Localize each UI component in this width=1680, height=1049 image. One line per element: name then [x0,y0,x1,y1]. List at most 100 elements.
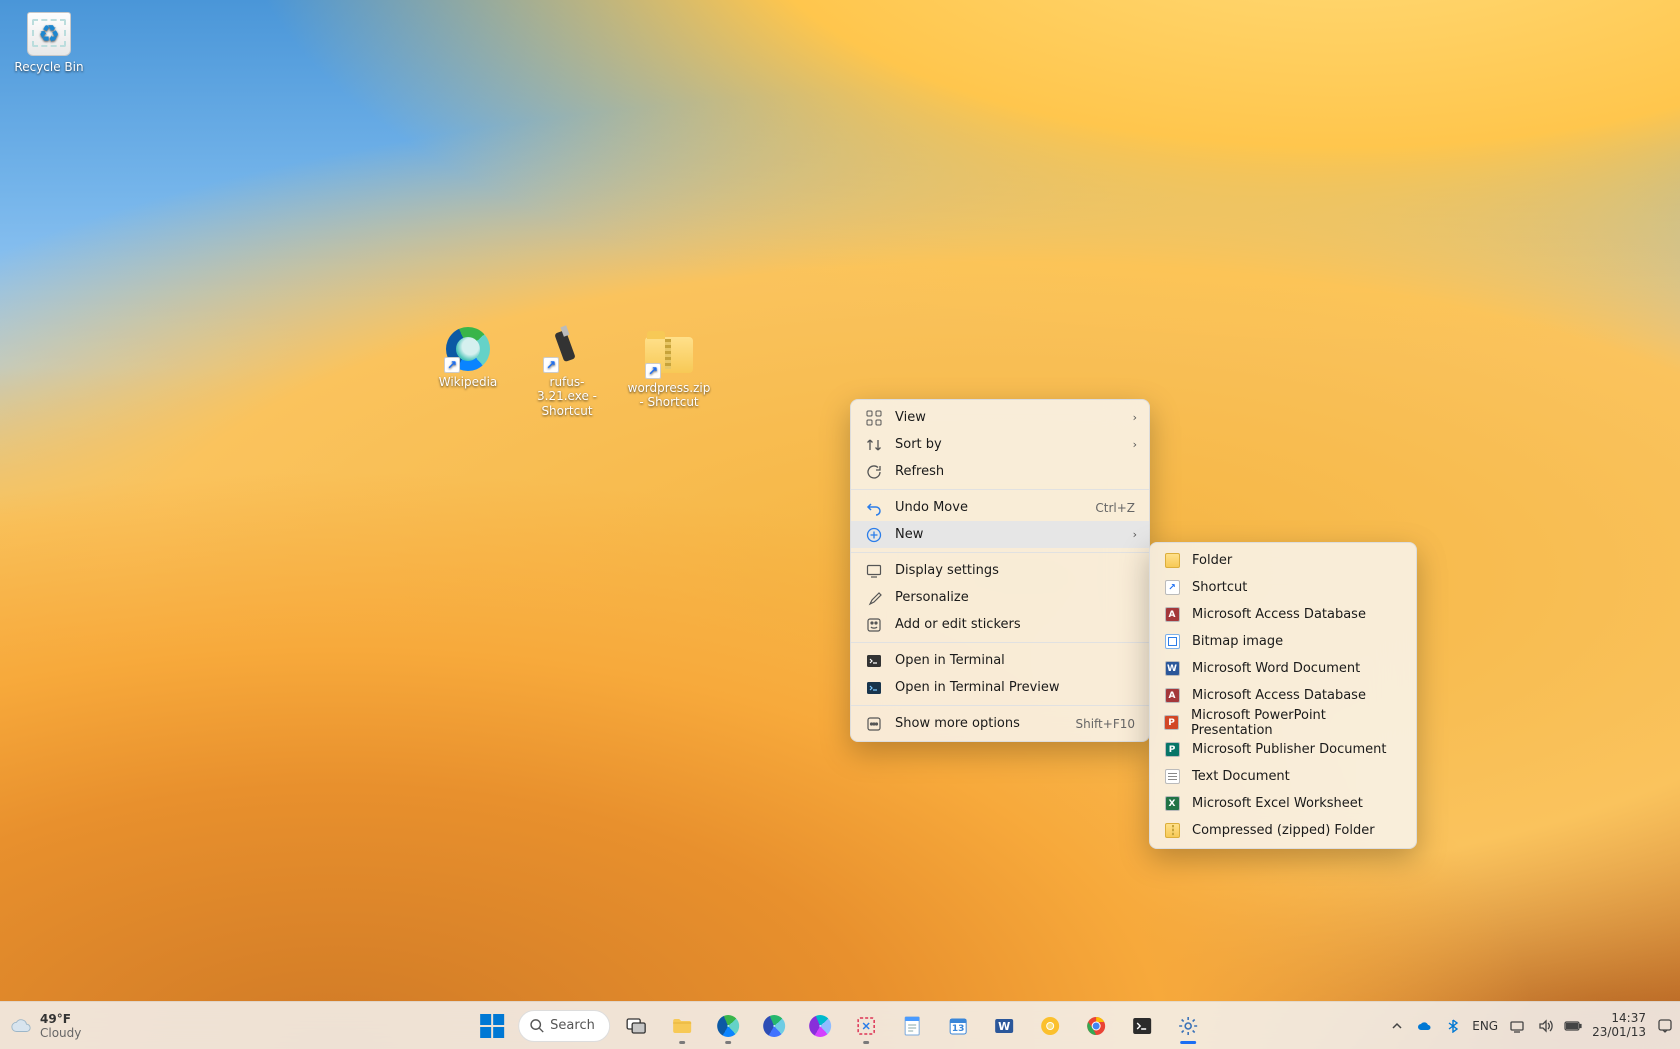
taskbar-chrome[interactable] [1076,1006,1116,1046]
taskbar-terminal[interactable] [1122,1006,1162,1046]
submenu-item-compressed-folder[interactable]: Compressed (zipped) Folder [1150,817,1416,844]
menu-item-shortcut: Ctrl+Z [1095,501,1135,515]
submenu-item-label: Text Document [1192,769,1290,784]
taskbar-notepad[interactable] [892,1006,932,1046]
terminal-icon [1130,1014,1154,1038]
access-icon: A [1165,607,1180,622]
access-icon: A [1165,688,1180,703]
weather-condition: Cloudy [40,1026,81,1040]
menu-item-new[interactable]: New › [851,521,1149,548]
tray-onedrive-icon[interactable] [1416,1017,1434,1035]
terminal-icon [865,652,883,670]
menu-item-stickers[interactable]: Add or edit stickers [851,611,1149,638]
menu-item-shortcut: Shift+F10 [1075,717,1135,731]
calendar-icon: 13 [946,1014,970,1038]
gear-icon [1176,1014,1200,1038]
taskbar-task-view[interactable] [616,1006,656,1046]
new-icon [865,526,883,544]
desktop-icon-label: rufus-3.21.exe - Shortcut [528,375,606,418]
menu-item-refresh[interactable]: Refresh [851,458,1149,485]
folder-icon [1165,553,1180,568]
tray-notifications-icon[interactable] [1656,1017,1674,1035]
menu-item-label: Open in Terminal Preview [895,680,1060,695]
edge-icon [716,1014,740,1038]
desktop-icon-rufus[interactable]: ↗ rufus-3.21.exe - Shortcut [528,325,606,418]
menu-separator [851,642,1149,643]
tray-clock[interactable]: 14:37 23/01/13 [1592,1012,1646,1040]
search-label: Search [550,1018,595,1033]
submenu-item-access-2[interactable]: A Microsoft Access Database [1150,682,1416,709]
submenu-item-bitmap[interactable]: Bitmap image [1150,628,1416,655]
tray-bluetooth-icon[interactable] [1444,1017,1462,1035]
submenu-item-label: Microsoft Access Database [1192,688,1366,703]
menu-item-open-terminal-preview[interactable]: Open in Terminal Preview [851,674,1149,701]
submenu-item-word[interactable]: WMicrosoft Word Document [1150,655,1416,682]
edge-canary-icon [808,1014,832,1038]
menu-item-personalize[interactable]: Personalize [851,584,1149,611]
snipping-tool-icon [854,1014,878,1038]
menu-item-view[interactable]: View › [851,404,1149,431]
taskbar-word[interactable]: W [984,1006,1024,1046]
submenu-item-shortcut[interactable]: ↗Shortcut [1150,574,1416,601]
menu-item-open-terminal[interactable]: Open in Terminal [851,647,1149,674]
desktop-icon-recycle-bin[interactable]: Recycle Bin [10,10,88,74]
menu-item-label: Add or edit stickers [895,617,1021,632]
desktop-wallpaper [0,0,1680,1049]
chrome-icon [1084,1014,1108,1038]
taskbar-center: Search 13 W [472,1006,1208,1046]
taskbar-edge-beta[interactable] [754,1006,794,1046]
submenu-item-folder[interactable]: Folder [1150,547,1416,574]
weather-temp: 49°F [40,1012,81,1026]
menu-item-undo-move[interactable]: Undo Move Ctrl+Z [851,494,1149,521]
tray-battery-icon[interactable] [1564,1017,1582,1035]
clock-date: 23/01/13 [1592,1026,1646,1040]
taskbar-calendar[interactable]: 13 [938,1006,978,1046]
taskbar-snipping-tool[interactable] [846,1006,886,1046]
sticker-icon [865,616,883,634]
menu-item-label: New [895,527,923,542]
taskbar-edge-canary[interactable] [800,1006,840,1046]
taskbar-file-explorer[interactable] [662,1006,702,1046]
shortcut-arrow-icon: ↗ [444,357,460,373]
word-icon: W [992,1014,1016,1038]
taskbar-chrome-canary[interactable] [1030,1006,1070,1046]
more-options-icon [865,715,883,733]
menu-separator [851,705,1149,706]
menu-item-label: Show more options [895,716,1020,731]
tray-volume-icon[interactable] [1536,1017,1554,1035]
menu-item-display-settings[interactable]: Display settings [851,557,1149,584]
submenu-item-powerpoint[interactable]: PMicrosoft PowerPoint Presentation [1150,709,1416,736]
menu-separator [851,489,1149,490]
text-file-icon [1165,769,1180,784]
submenu-item-excel[interactable]: XMicrosoft Excel Worksheet [1150,790,1416,817]
tray-overflow-chevron[interactable] [1388,1017,1406,1035]
start-button[interactable] [472,1006,512,1046]
submenu-item-label: Compressed (zipped) Folder [1192,823,1375,838]
desktop-icon-wordpress-zip[interactable]: ↗ wordpress.zip - Shortcut [630,331,708,410]
submenu-item-label: Microsoft Excel Worksheet [1192,796,1363,811]
submenu-item-text[interactable]: Text Document [1150,763,1416,790]
svg-text:13: 13 [952,1024,965,1034]
taskbar-search[interactable]: Search [518,1010,610,1042]
taskbar-settings[interactable] [1168,1006,1208,1046]
menu-item-sort-by[interactable]: Sort by › [851,431,1149,458]
shortcut-arrow-icon: ↗ [543,357,559,373]
menu-item-show-more-options[interactable]: Show more options Shift+F10 [851,710,1149,737]
taskbar-system-tray: ENG 14:37 23/01/13 [1388,1012,1674,1040]
display-icon [865,562,883,580]
search-icon [529,1018,544,1033]
shortcut-arrow-icon: ↗ [645,363,661,379]
taskbar-weather-widget[interactable]: 49°F Cloudy [10,1012,81,1040]
publisher-icon: P [1165,742,1180,757]
tray-network-icon[interactable] [1508,1017,1526,1035]
taskbar-edge[interactable] [708,1006,748,1046]
task-view-icon [624,1014,648,1038]
menu-item-label: Open in Terminal [895,653,1005,668]
tray-language[interactable]: ENG [1472,1019,1498,1033]
submenu-item-access[interactable]: AMicrosoft Access Database [1150,601,1416,628]
menu-item-label: Refresh [895,464,944,479]
desktop-icon-wikipedia[interactable]: ↗ Wikipedia [429,325,507,389]
undo-icon [865,499,883,517]
chevron-right-icon: › [1133,528,1137,541]
submenu-item-publisher[interactable]: PMicrosoft Publisher Document [1150,736,1416,763]
